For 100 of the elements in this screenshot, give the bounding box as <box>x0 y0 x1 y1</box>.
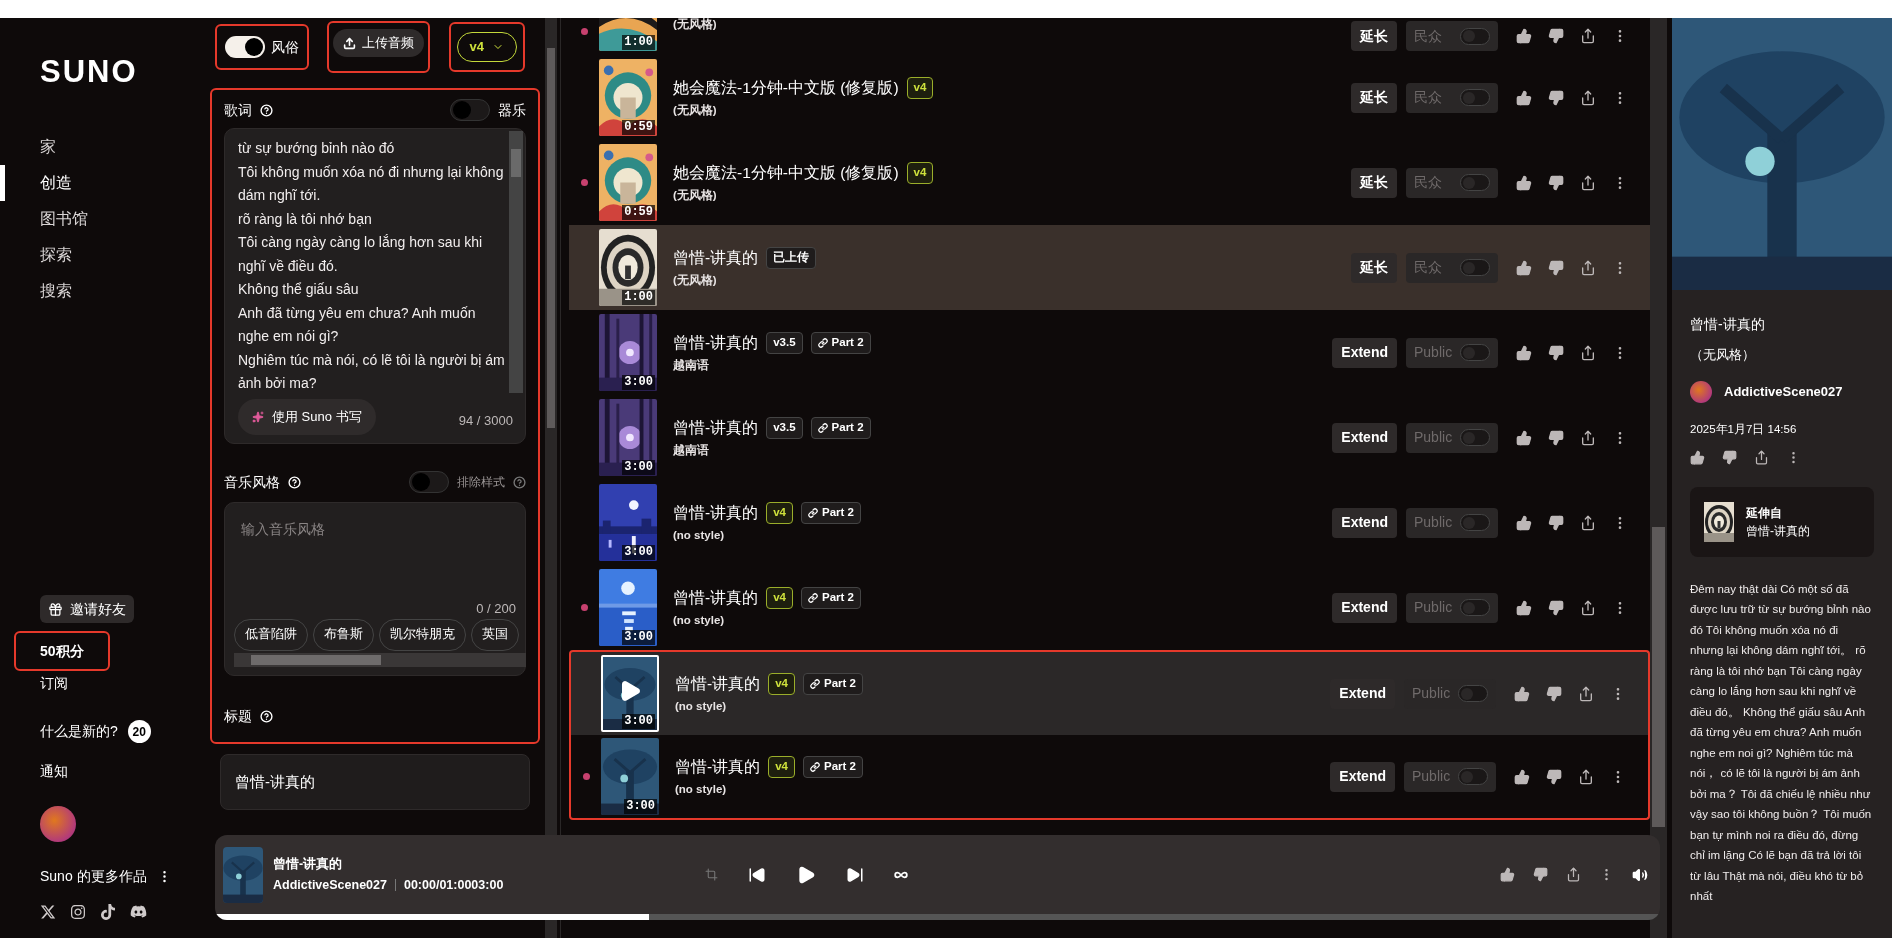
song-thumbnail[interactable]: 3:00 <box>599 314 657 391</box>
thumbs-up-icon[interactable] <box>1516 514 1532 531</box>
thumbs-up-icon[interactable] <box>1516 89 1532 106</box>
extend-button[interactable]: Extend <box>1332 507 1397 538</box>
thumbs-up-icon[interactable] <box>1514 768 1530 785</box>
logo[interactable]: SUNO <box>0 56 205 87</box>
extend-button[interactable]: 延长 <box>1351 252 1397 283</box>
song-title[interactable]: 曾惜-讲真的 <box>673 416 759 440</box>
thumbs-down-icon[interactable] <box>1546 685 1562 702</box>
style-tag[interactable]: 英国 <box>471 618 519 651</box>
thumbs-up-icon[interactable] <box>1516 344 1532 361</box>
thumbs-up-icon[interactable] <box>1500 867 1515 882</box>
song-row[interactable]: 3:00 曾惜-讲真的 v4 Part 2 (no style) Extend Public <box>569 735 1650 820</box>
write-with-suno-button[interactable]: 使用 Suno 书写 <box>238 399 376 435</box>
next-icon[interactable] <box>846 865 864 884</box>
previous-icon[interactable] <box>748 865 766 884</box>
thumbs-down-icon[interactable] <box>1548 514 1564 531</box>
thumbs-up-icon[interactable] <box>1690 449 1705 465</box>
share-icon[interactable] <box>1754 449 1769 465</box>
part-tag[interactable]: Part 2 <box>810 416 871 439</box>
thumbs-down-icon[interactable] <box>1533 867 1548 882</box>
subscribe-link[interactable]: 订阅 <box>40 673 68 694</box>
share-icon[interactable] <box>1580 28 1596 44</box>
song-row[interactable]: 3:00 曾惜-讲真的 v4 Part 2 (no style) Extend Public <box>569 650 1650 735</box>
thumbs-up-icon[interactable] <box>1516 259 1532 276</box>
song-title[interactable]: 曾惜-讲真的 <box>673 331 759 355</box>
song-row[interactable]: 0:59 她会魔法-1分钟-中文版 (修复版) v4 (无风格) 延长 民众 <box>569 55 1650 140</box>
share-icon[interactable] <box>1580 174 1596 191</box>
nav-item[interactable]: 探索 <box>0 237 205 273</box>
scrollbar[interactable] <box>1650 18 1667 938</box>
style-tag[interactable]: 低音陷阱 <box>234 618 308 651</box>
thumbs-up-icon[interactable] <box>1516 429 1532 446</box>
play-icon[interactable] <box>796 864 816 885</box>
scrollbar[interactable] <box>234 652 526 667</box>
social-icon[interactable] <box>130 903 147 920</box>
scrollbar[interactable] <box>545 18 557 938</box>
credits-label[interactable]: 50积分 <box>40 643 84 659</box>
extend-button[interactable]: Extend <box>1332 592 1397 623</box>
song-title[interactable]: 她会魔法-1分钟-中文版 (修复版) <box>673 161 899 185</box>
share-icon[interactable] <box>1580 344 1596 361</box>
part-tag[interactable]: Part 2 <box>802 672 863 695</box>
song-thumbnail[interactable]: 1:00 <box>599 229 657 306</box>
extend-button[interactable]: 延长 <box>1351 82 1397 113</box>
share-icon[interactable] <box>1566 867 1581 882</box>
title-field[interactable]: 曾惜-讲真的 <box>220 754 530 810</box>
crop-icon[interactable] <box>705 868 718 881</box>
song-thumbnail[interactable]: 3:00 <box>601 738 659 815</box>
part-tag[interactable]: Part 2 <box>810 331 871 354</box>
thumbs-down-icon[interactable] <box>1548 174 1564 191</box>
style-field[interactable]: 输入音乐风格 <box>234 518 516 540</box>
thumbs-down-icon[interactable] <box>1722 449 1737 465</box>
invite-button[interactable]: 邀请好友 <box>40 595 134 623</box>
style-tag[interactable]: 凯尔特朋克 <box>379 618 466 651</box>
social-icon[interactable] <box>70 903 86 920</box>
thumbs-down-icon[interactable] <box>1546 768 1562 785</box>
song-row[interactable]: 0:59 她会魔法-1分钟-中文版 (修复版) v4 (无风格) 延长 民众 <box>569 140 1650 225</box>
notifications-link[interactable]: 通知 <box>40 761 68 782</box>
song-row[interactable]: 3:00 曾惜-讲真的 v3.5 Part 2 越南语 Extend Public <box>569 395 1650 480</box>
nav-item[interactable]: 创造 <box>0 165 205 201</box>
extend-button[interactable]: 延长 <box>1351 167 1397 198</box>
song-row[interactable]: 3:00 曾惜-讲真的 v4 Part 2 (no style) Extend Public <box>569 565 1650 650</box>
song-thumbnail[interactable]: 0:59 <box>599 59 657 136</box>
song-title[interactable]: 她会魔法-1分钟-中文版 (修复版) <box>673 76 899 100</box>
toggle-switch[interactable] <box>409 471 449 493</box>
extend-button[interactable]: Extend <box>1332 337 1397 368</box>
song-thumbnail[interactable]: 3:00 <box>599 569 657 646</box>
whats-new-link[interactable]: 什么是新的? <box>40 721 118 742</box>
thumbs-down-icon[interactable] <box>1548 429 1564 446</box>
share-icon[interactable] <box>1580 89 1596 106</box>
volume-icon[interactable] <box>1632 866 1648 883</box>
part-tag[interactable]: Part 2 <box>800 501 861 524</box>
song-title[interactable]: 曾惜-讲真的 <box>675 755 761 779</box>
song-thumbnail[interactable]: 1:00 <box>599 18 657 51</box>
song-thumbnail[interactable]: 3:00 <box>601 655 659 732</box>
more-works-link[interactable]: Suno 的更多作品 <box>40 866 147 887</box>
nav-item[interactable]: 家 <box>0 129 205 165</box>
thumbs-up-icon[interactable] <box>1514 685 1530 702</box>
thumbs-down-icon[interactable] <box>1548 259 1564 276</box>
share-icon[interactable] <box>1578 685 1594 702</box>
share-icon[interactable] <box>1580 599 1596 616</box>
part-tag[interactable]: Part 2 <box>800 586 861 609</box>
user-avatar[interactable] <box>40 806 76 842</box>
part-tag[interactable]: Part 2 <box>802 755 863 778</box>
song-title[interactable]: 曾惜-讲真的 <box>675 672 761 696</box>
toggle-switch[interactable] <box>225 36 265 58</box>
song-thumbnail[interactable]: 3:00 <box>599 399 657 476</box>
song-row[interactable]: 1:00 (无风格) 延长 民众 <box>569 18 1650 55</box>
artist-name[interactable]: AddictiveScene027 <box>273 875 387 895</box>
song-thumbnail[interactable]: 0:59 <box>599 144 657 221</box>
style-tag[interactable]: 布鲁斯 <box>313 618 374 651</box>
share-icon[interactable] <box>1580 259 1596 276</box>
user-avatar[interactable] <box>1690 380 1712 403</box>
song-row[interactable]: 1:00 曾惜-讲真的 已上传 (无风格) 延长 民众 <box>569 225 1650 310</box>
progress-bar[interactable] <box>215 914 1660 920</box>
social-icon[interactable] <box>100 903 116 920</box>
nav-item[interactable]: 图书馆 <box>0 201 205 237</box>
thumbs-down-icon[interactable] <box>1548 28 1564 44</box>
thumbs-up-icon[interactable] <box>1516 174 1532 191</box>
song-row[interactable]: 3:00 曾惜-讲真的 v4 Part 2 (no style) Extend Public <box>569 480 1650 565</box>
lyrics-field[interactable]: từ sự bướng bỉnh nào đó Tôi không muốn xóa nó đi nhưng lại không dám nghĩ tới. rõ ràng là tôi nhớ bạn Tôi càng ngày càng lo lắng hơn sau khi nghĩ về điều đó. Không thể giấu sâu Anh đã từng yêu em chưa? Anh muốn nghe em nói gì? Nghiêm túc mà nói, có lẽ tôi là người bị ám ảnh bởi ma? <box>238 131 505 393</box>
